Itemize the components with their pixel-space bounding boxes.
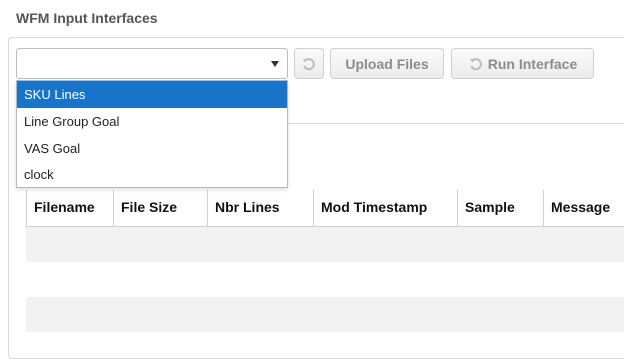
table-row — [26, 262, 624, 297]
page-title: WFM Input Interfaces — [16, 10, 158, 26]
column-header-mod-timestamp[interactable]: Mod Timestamp — [314, 190, 458, 227]
dropdown-option-sku-lines[interactable]: SKU Lines — [17, 81, 287, 108]
run-icon — [469, 57, 482, 70]
column-header-sample[interactable]: Sample — [458, 190, 544, 227]
run-interface-button[interactable]: Run Interface — [451, 48, 594, 79]
column-header-file-size[interactable]: File Size — [114, 190, 208, 227]
interface-dropdown-list: SKU Lines Line Group Goal VAS Goal clock — [16, 80, 288, 188]
interface-select[interactable] — [16, 48, 288, 79]
dropdown-option-clock[interactable]: clock — [17, 161, 287, 188]
column-header-nbr-lines[interactable]: Nbr Lines — [208, 190, 314, 227]
dropdown-option-vas-goal[interactable]: VAS Goal — [17, 135, 287, 162]
table-row — [26, 297, 624, 332]
table-row — [26, 227, 624, 262]
grid-header: Filename File Size Nbr Lines Mod Timesta… — [26, 190, 624, 227]
run-interface-label: Run Interface — [487, 55, 578, 72]
refresh-icon — [302, 57, 315, 70]
panel-divider — [287, 123, 624, 124]
column-header-filename[interactable]: Filename — [26, 190, 114, 227]
upload-files-button[interactable]: Upload Files — [330, 48, 444, 79]
column-header-message[interactable]: Message — [544, 190, 624, 227]
chevron-down-icon[interactable] — [271, 61, 279, 67]
refresh-button[interactable] — [294, 48, 324, 79]
dropdown-option-line-group-goal[interactable]: Line Group Goal — [17, 108, 287, 135]
